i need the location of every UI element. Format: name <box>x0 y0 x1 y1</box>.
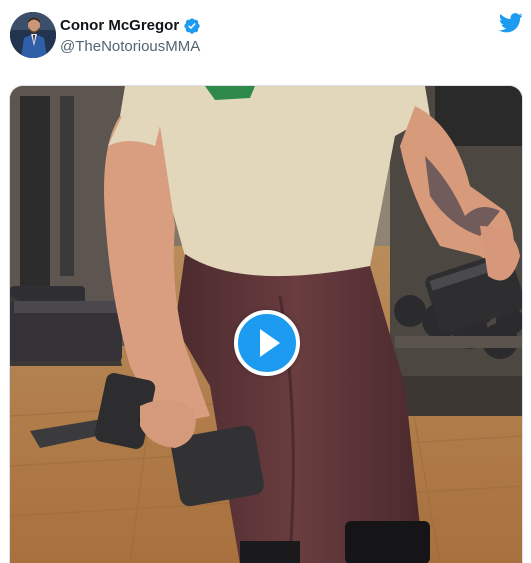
author-display-name[interactable]: Conor McGregor <box>60 17 179 35</box>
author-info[interactable]: Conor McGregor @TheNotoriousMMA <box>60 17 201 56</box>
verified-badge-icon <box>183 17 201 35</box>
twitter-bird-icon[interactable] <box>498 12 523 34</box>
video-player[interactable] <box>9 85 523 563</box>
author-handle[interactable]: @TheNotoriousMMA <box>60 37 201 56</box>
tweet-embed-card: Conor McGregor @TheNotoriousMMA <box>0 0 531 563</box>
author-avatar[interactable] <box>10 12 56 58</box>
author-name-row: Conor McGregor <box>60 17 201 35</box>
tweet-header: Conor McGregor @TheNotoriousMMA <box>0 0 531 80</box>
play-icon <box>260 329 280 357</box>
play-button[interactable] <box>234 310 300 376</box>
